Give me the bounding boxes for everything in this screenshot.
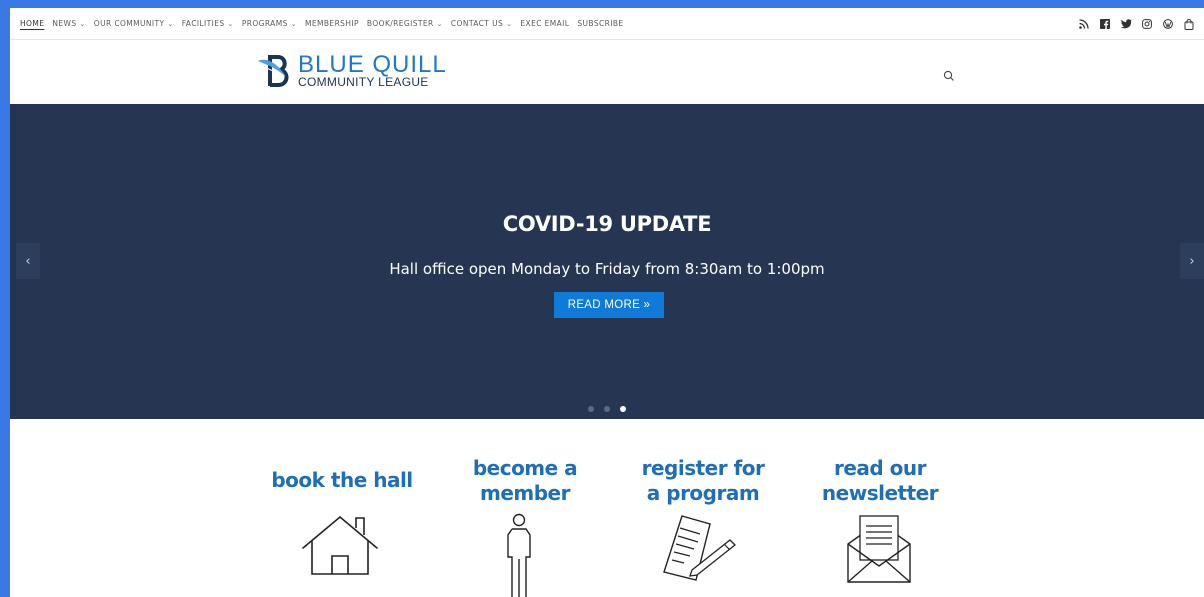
- twitter-icon[interactable]: [1117, 16, 1135, 32]
- top-navigation-bar: HOME NEWS ⌄ OUR COMMUNITY ⌄ FACILITIES ⌄ PR…: [10, 8, 1204, 40]
- nav-item-facilities[interactable]: FACILITIES ⌄: [182, 19, 234, 28]
- nav-item-label: EXEC EMAIL: [520, 19, 570, 28]
- nav-item-membership[interactable]: MEMBERSHIP: [305, 19, 359, 28]
- chevron-down-icon: ⌄: [506, 19, 513, 28]
- nav-item-label: MEMBERSHIP: [305, 19, 359, 28]
- nav-item-our-community[interactable]: OUR COMMUNITY ⌄: [94, 19, 174, 28]
- slide-subtitle: Hall office open Monday to Friday from 8…: [389, 260, 825, 278]
- wordpress-icon[interactable]: [1159, 16, 1177, 32]
- feature-read-newsletter[interactable]: read our newsletter: [805, 456, 955, 506]
- slider-dot[interactable]: [588, 406, 594, 412]
- nav-item-label: PROGRAMS: [241, 19, 288, 28]
- facebook-icon[interactable]: [1096, 16, 1114, 32]
- nav-item-news[interactable]: NEWS ⌄: [52, 19, 85, 28]
- slider-dot[interactable]: [604, 406, 610, 412]
- browser-viewport: HOME NEWS ⌄ OUR COMMUNITY ⌄ FACILITIES ⌄ PR…: [10, 8, 1204, 597]
- envelope-letter-icon: [847, 515, 911, 583]
- feature-title-line2: member: [480, 481, 571, 505]
- hero-slider: ‹ › COVID-19 UPDATE Hall office open Mon…: [10, 104, 1204, 419]
- nav-item-label: HOME: [20, 19, 45, 28]
- feature-title-line1: register for: [641, 456, 765, 480]
- feature-title-line2: a program: [646, 481, 760, 505]
- search-button[interactable]: [943, 67, 959, 83]
- nav-item-label: NEWS: [52, 19, 77, 28]
- chevron-down-icon: ⌄: [436, 19, 443, 28]
- site-header: BLUE QUILL COMMUNITY LEAGUE: [10, 41, 1204, 104]
- main-menu: HOME NEWS ⌄ OUR COMMUNITY ⌄ FACILITIES ⌄ PR…: [20, 19, 632, 28]
- feature-book-hall[interactable]: book the hall: [262, 468, 422, 493]
- feature-register-program[interactable]: register for a program: [628, 456, 778, 506]
- nav-item-book-register[interactable]: BOOK/REGISTER ⌄: [367, 19, 443, 28]
- document-pen-icon: [663, 515, 736, 581]
- nav-item-label: FACILITIES: [181, 19, 225, 28]
- feature-become-member[interactable]: become a member: [450, 456, 600, 506]
- feature-title-line1: read our: [833, 456, 927, 480]
- read-more-button[interactable]: READ MORE »: [554, 292, 664, 318]
- nav-item-contact-us[interactable]: CONTACT US ⌄: [451, 19, 512, 28]
- nav-item-label: SUBSCRIBE: [577, 19, 624, 28]
- slider-pagination: [588, 406, 636, 412]
- feature-title: book the hall: [271, 468, 413, 492]
- chevron-down-icon: ⌄: [79, 19, 86, 28]
- feature-title-line2: newsletter: [821, 481, 939, 505]
- feature-title-line1: become a: [472, 456, 578, 480]
- nav-item-label: CONTACT US: [450, 19, 504, 28]
- rss-icon[interactable]: [1075, 16, 1093, 32]
- logo-title: BLUE QUILL: [298, 50, 447, 78]
- instagram-icon[interactable]: [1138, 16, 1156, 32]
- chevron-down-icon: ⌄: [167, 19, 174, 28]
- slide-title: COVID-19 UPDATE: [502, 212, 712, 236]
- nav-item-exec-email[interactable]: EXEC EMAIL: [520, 19, 569, 28]
- nav-item-label: OUR COMMUNITY: [93, 19, 165, 28]
- social-links: [1072, 16, 1198, 32]
- slider-dot-active[interactable]: [620, 406, 626, 412]
- logo-subtitle: COMMUNITY LEAGUE: [298, 74, 429, 89]
- chevron-down-icon: ⌄: [227, 19, 234, 28]
- site-logo[interactable]: BLUE QUILL COMMUNITY LEAGUE: [256, 51, 447, 91]
- nav-item-subscribe[interactable]: SUBSCRIBE: [577, 19, 623, 28]
- quill-logo-icon: [258, 55, 289, 87]
- search-icon: [943, 70, 954, 81]
- nav-item-label: BOOK/REGISTER: [366, 19, 434, 28]
- shopping-bag-icon[interactable]: [1180, 16, 1198, 32]
- house-icon: [302, 515, 378, 575]
- nav-item-home[interactable]: HOME: [20, 19, 44, 28]
- chevron-down-icon: ⌄: [290, 19, 297, 28]
- person-icon: [507, 513, 531, 597]
- nav-item-programs[interactable]: PROGRAMS ⌄: [242, 19, 297, 28]
